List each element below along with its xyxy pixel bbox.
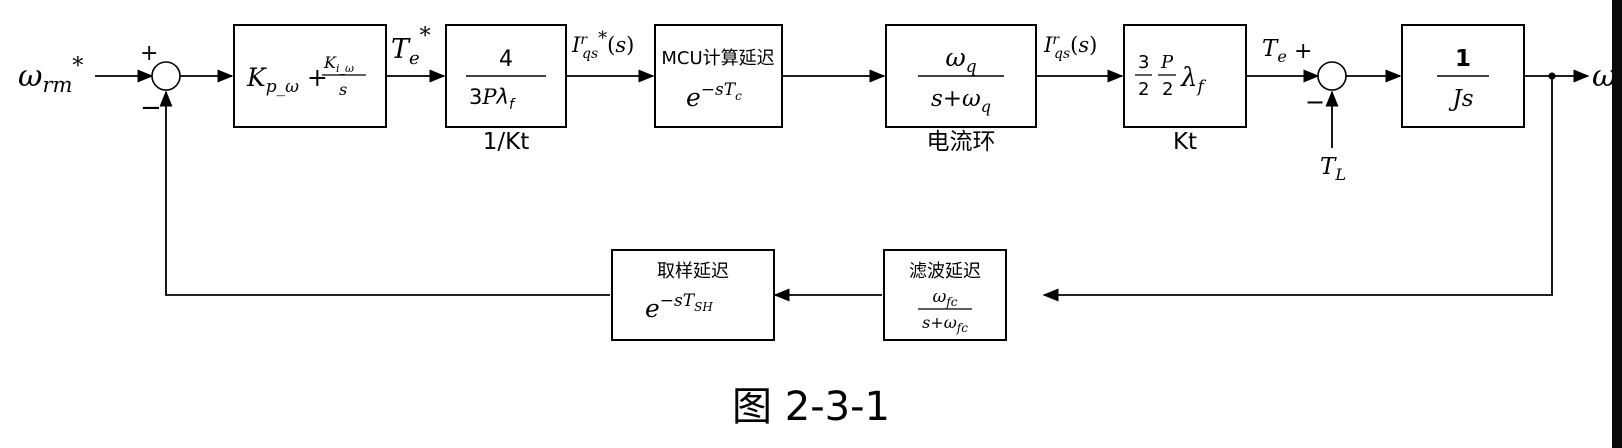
iqs-label: Ir qs(s) [1043, 32, 1097, 62]
plant-numerator: 1 [1455, 46, 1471, 72]
inverse-kt-caption: 1/Kt [483, 129, 529, 155]
mcu-delay-block [654, 24, 783, 128]
sum1-plus: + [140, 41, 158, 66]
input-label: ωrm* [18, 54, 83, 97]
kt-p: P [1160, 52, 1174, 73]
sampling-delay-title: 取样延迟 [657, 261, 729, 282]
load-torque-label: TL [1320, 154, 1346, 184]
kt-two-a: 2 [1138, 79, 1149, 100]
figure-caption: 图 2-3-1 [732, 384, 890, 430]
block-diagram: ωrm* + − Kp_ω + Ki_ω s Te* 4 3Pλf 1/Kt I… [18, 0, 1622, 448]
kt-two-b: 2 [1162, 79, 1173, 100]
te-star-label: Te* [391, 24, 431, 69]
inverse-kt-denominator: 3Pλf [469, 85, 516, 113]
te-label: Te [1262, 36, 1287, 66]
filter-delay-title: 滤波延迟 [909, 261, 981, 282]
sum1-minus: − [140, 93, 162, 123]
screen-edge-strip [1612, 0, 1622, 448]
sum2-minus: − [1305, 88, 1325, 116]
current-loop-caption: 电流环 [927, 129, 996, 155]
sum2-plus: + [1294, 39, 1312, 64]
kt-three: 3 [1138, 52, 1149, 73]
inverse-kt-numerator: 4 [499, 47, 513, 72]
pi-ki-denominator: s [339, 80, 347, 99]
summing-junction-2 [1317, 61, 1347, 91]
plant-denominator: Js [1448, 86, 1473, 112]
takeoff-point [1548, 72, 1556, 80]
iqs-star-label: Ir qs*(s) [571, 28, 634, 62]
summing-junction-1 [151, 61, 181, 91]
kt-caption: Kt [1173, 129, 1197, 155]
mcu-delay-title: MCU计算延迟 [661, 48, 774, 69]
